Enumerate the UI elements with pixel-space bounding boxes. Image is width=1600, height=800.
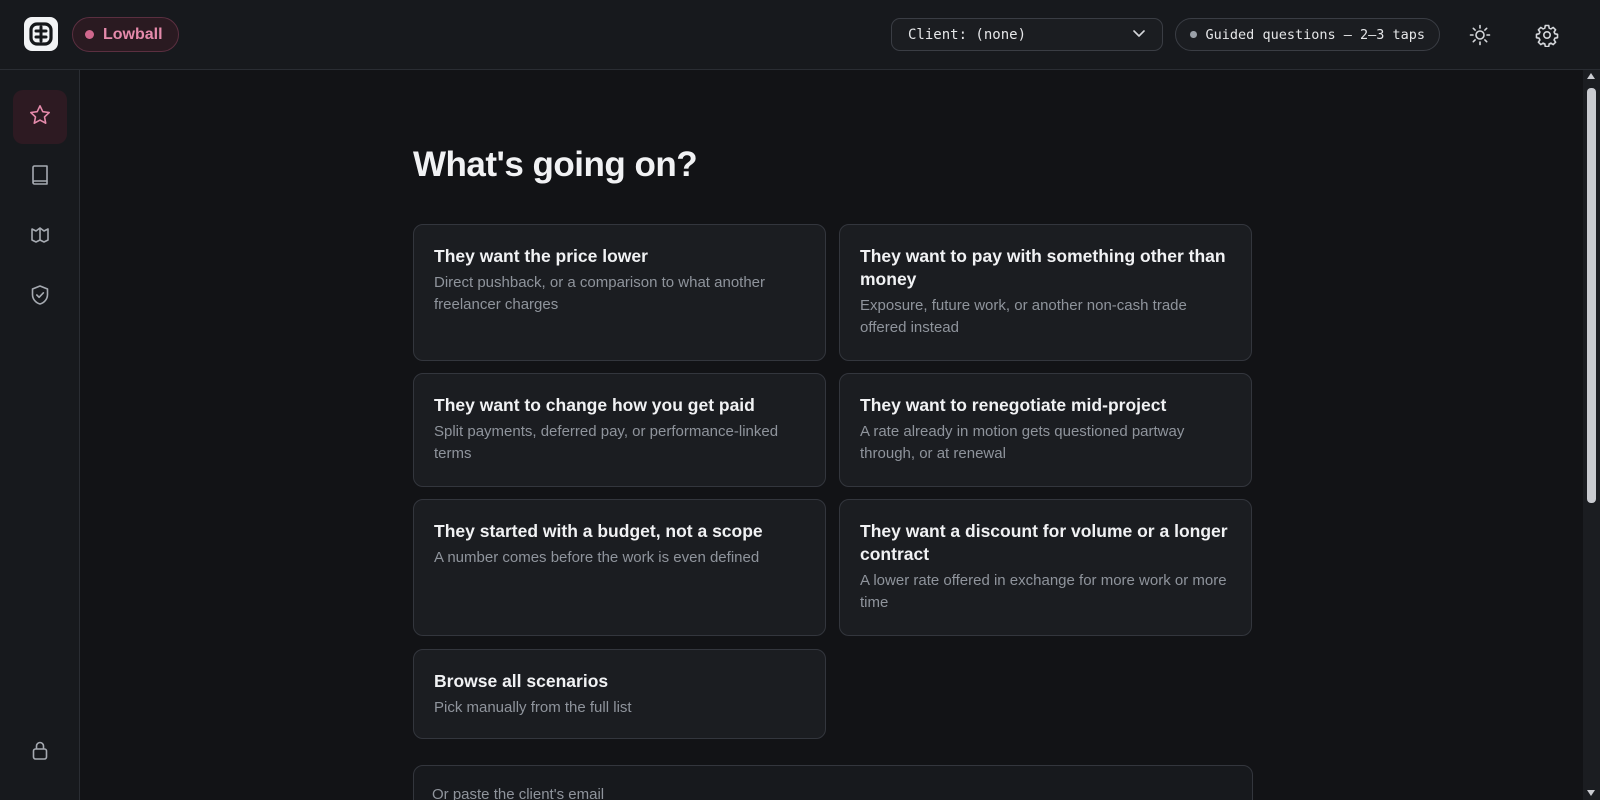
scenario-card-browse-all[interactable]: Browse all scenarios Pick manually from …	[413, 649, 826, 739]
app-logo-icon[interactable]	[24, 17, 58, 51]
sun-icon[interactable]	[1467, 22, 1493, 48]
client-select-value: Client: (none)	[908, 26, 1027, 43]
client-select[interactable]: Client: (none)	[891, 18, 1163, 51]
scroll-up-arrow-icon[interactable]	[1587, 73, 1595, 79]
paste-email-input[interactable]: Or paste the client's email	[413, 765, 1253, 800]
sidebar-item-scenarios[interactable]	[13, 90, 67, 144]
status-dot-icon	[1190, 31, 1197, 38]
scenario-title: They started with a budget, not a scope	[434, 521, 763, 541]
sidebar	[0, 70, 80, 800]
open-book-icon	[29, 224, 51, 251]
guided-label: Guided questions — 2–3 taps	[1205, 26, 1425, 43]
scenario-description: Pick manually from the full list	[434, 699, 632, 716]
guided-questions-toggle[interactable]: Guided questions — 2–3 taps	[1175, 18, 1440, 51]
scenario-title: They want a discount for volume or a lon…	[860, 521, 1228, 564]
status-dot-icon	[85, 30, 94, 39]
scenario-description: A rate already in motion gets questioned…	[860, 423, 1185, 462]
scenario-description: A lower rate offered in exchange for mor…	[860, 572, 1227, 611]
scroll-thumb[interactable]	[1587, 88, 1596, 503]
scenario-card-volume-discount[interactable]: They want a discount for volume or a lon…	[839, 499, 1252, 636]
main-content: What's going on? They want the price low…	[80, 70, 1578, 800]
star-icon	[28, 103, 52, 132]
paste-email-placeholder: Or paste the client's email	[432, 786, 605, 800]
mode-label: Lowball	[103, 25, 163, 43]
sidebar-item-guides[interactable]	[13, 210, 67, 264]
scroll-down-arrow-icon[interactable]	[1587, 790, 1595, 796]
scenario-card-mid-project[interactable]: They want to renegotiate mid-project A r…	[839, 373, 1252, 487]
scenario-title: They want to pay with something other th…	[860, 246, 1226, 289]
page-title: What's going on?	[413, 145, 698, 184]
mode-badge[interactable]: Lowball	[72, 17, 179, 52]
top-bar: Lowball Client: (none) Guided questions …	[0, 0, 1600, 70]
sidebar-item-protection[interactable]	[13, 270, 67, 324]
scenario-card-price-lower[interactable]: They want the price lower Direct pushbac…	[413, 224, 826, 361]
lock-icon	[29, 739, 51, 766]
scrollbar[interactable]	[1583, 70, 1600, 800]
scenario-description: A number comes before the work is even d…	[434, 549, 760, 566]
scenario-title: They want the price lower	[434, 246, 648, 266]
scenario-title: They want to renegotiate mid-project	[860, 395, 1167, 415]
shield-check-icon	[29, 284, 51, 311]
book-icon	[29, 164, 51, 191]
scenario-title: Browse all scenarios	[434, 671, 609, 691]
sidebar-item-library[interactable]	[13, 150, 67, 204]
scenario-title: They want to change how you get paid	[434, 395, 755, 415]
scenario-card-payment-terms[interactable]: They want to change how you get paid Spl…	[413, 373, 826, 487]
scenario-card-budget-first[interactable]: They started with a budget, not a scope …	[413, 499, 826, 636]
scenario-description: Exposure, future work, or another non-ca…	[860, 297, 1187, 336]
gear-icon[interactable]	[1534, 22, 1560, 48]
sidebar-item-lock[interactable]	[13, 725, 67, 779]
scenario-description: Direct pushback, or a comparison to what…	[434, 274, 766, 313]
scenario-card-non-cash[interactable]: They want to pay with something other th…	[839, 224, 1252, 361]
chevron-down-icon	[1132, 26, 1146, 44]
scenario-description: Split payments, deferred pay, or perform…	[434, 423, 779, 462]
